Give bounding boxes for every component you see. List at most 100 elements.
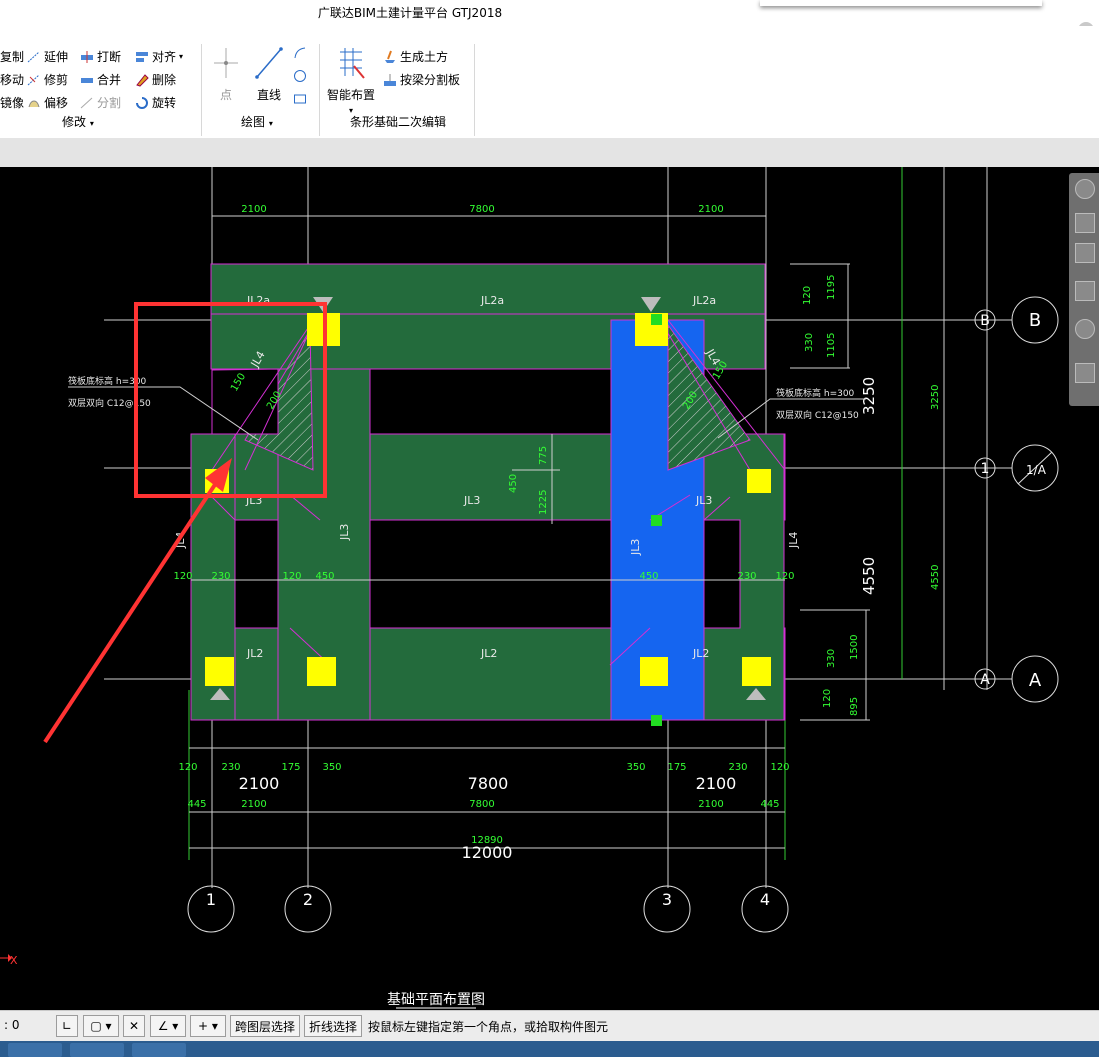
beam-label: JL2a	[692, 294, 716, 307]
dim-text: 450	[508, 474, 519, 493]
smart-layout-button[interactable]: 智能布置 ▾	[327, 46, 375, 115]
dim-text: 7800	[468, 774, 509, 793]
note-text: 双层双向 C12@150	[776, 409, 859, 421]
dim-text: 230	[737, 571, 756, 582]
dim-text: 350	[626, 762, 645, 773]
dim-text: 775	[538, 446, 549, 465]
split-by-beam-label: 按梁分割板	[400, 73, 461, 87]
3d-view-icon[interactable]	[1075, 213, 1095, 233]
beam-label: JL2	[480, 647, 497, 660]
mirror-label: 镜像	[0, 96, 25, 110]
earthwork-label: 生成土方	[400, 50, 449, 64]
delete-button[interactable]: 删除	[135, 71, 176, 88]
offset-button[interactable]: 偏移	[27, 94, 68, 111]
modify-group-text: 修改	[62, 115, 87, 129]
offset-icon	[27, 96, 41, 110]
rect-button[interactable]	[293, 92, 307, 106]
rotate-button[interactable]: 旋转	[135, 94, 176, 111]
dim-text: 175	[281, 762, 300, 773]
beam-label: JL2	[692, 647, 709, 660]
status-bar: : 0 ∟ ▢ ▾ ✕ ∠ ▾ + ▾ 跨图层选择 折线选择 按鼠标左键指定第一…	[0, 1010, 1099, 1042]
copy-button[interactable]: 复制	[0, 48, 24, 65]
chevron-down-icon: ▾	[268, 119, 273, 128]
break-icon	[80, 50, 94, 64]
polyline-select-button[interactable]: 折线选择	[304, 1015, 362, 1037]
extend-button[interactable]: 延伸	[27, 48, 68, 65]
dim-text: 445	[760, 799, 779, 810]
dim-text: 350	[322, 762, 341, 773]
trim-button[interactable]: 修剪	[27, 71, 68, 88]
align-label: 对齐	[152, 50, 177, 64]
move-button[interactable]: 移动	[0, 71, 24, 88]
drawing-canvas[interactable]: JL2a JL2a JL2a JL3 JL3 JL3 JL2 JL2 JL2 J…	[0, 167, 1099, 1010]
draw-group-label: 绘图 ▾	[241, 113, 273, 130]
dim-text: 1105	[826, 333, 837, 358]
chevron-down-icon: ▾	[179, 52, 184, 61]
dim-text: 2100	[698, 799, 723, 810]
axis-label: 3	[662, 890, 672, 909]
split-button[interactable]: 分割	[80, 94, 121, 111]
taskbar	[0, 1041, 1099, 1057]
dim-text: 230	[728, 762, 747, 773]
taskbar-app-icon[interactable]	[70, 1043, 124, 1057]
earthwork-icon	[383, 50, 397, 64]
beam-label: JL3	[338, 524, 351, 541]
ucs-icon: X	[0, 954, 18, 967]
line-button[interactable]: 直线	[254, 46, 284, 103]
coordinate-readout: : 0	[4, 1018, 20, 1032]
arc-button[interactable]	[293, 46, 307, 60]
snap-dropdown[interactable]: + ▾	[190, 1015, 226, 1037]
circle-button[interactable]	[293, 69, 307, 83]
view-cube-icon[interactable]	[1075, 243, 1095, 263]
group-divider	[201, 44, 202, 136]
dim-text: 175	[667, 762, 686, 773]
layer-select-button[interactable]: 跨图层选择	[230, 1015, 300, 1037]
beam-label: JL3	[695, 494, 712, 507]
merge-label: 合并	[97, 73, 122, 87]
angle-dropdown[interactable]: ∠ ▾	[150, 1015, 186, 1037]
drawing-svg[interactable]: JL2a JL2a JL2a JL3 JL3 JL3 JL2 JL2 JL2 J…	[0, 167, 1099, 1010]
split-label: 分割	[97, 96, 122, 110]
orbit-icon[interactable]	[1075, 179, 1095, 199]
break-button[interactable]: 打断	[80, 48, 121, 65]
dim-text: 2100	[698, 204, 723, 215]
strip-group-label: 条形基础二次编辑	[350, 115, 447, 129]
note-text: 双层双向 C12@150	[68, 397, 151, 409]
box-view-icon[interactable]	[1075, 281, 1095, 301]
mirror-button[interactable]: 镜像	[0, 94, 24, 111]
eraser-icon	[135, 73, 149, 87]
arc-icon	[293, 46, 307, 60]
line-label: 直线	[256, 88, 281, 102]
axis-label: A	[980, 672, 990, 688]
offset-label: 偏移	[44, 96, 69, 110]
taskbar-app-icon[interactable]	[8, 1043, 62, 1057]
note-text: 筏板底标高 h=300	[776, 387, 855, 399]
delete-label: 删除	[152, 73, 177, 87]
close-icon[interactable]: ✕	[123, 1015, 145, 1037]
dim-text: 120	[178, 762, 197, 773]
ribbon-secondary-bar	[0, 138, 1099, 168]
point-button[interactable]: 点	[212, 46, 240, 103]
taskbar-app-icon[interactable]	[132, 1043, 186, 1057]
rotate-view-icon[interactable]	[1075, 319, 1095, 339]
axis-label: 1	[981, 461, 990, 477]
chevron-down-icon: ▾	[89, 119, 94, 128]
axis-bubbles-bottom	[187, 885, 789, 933]
dim-text: 120	[173, 571, 192, 582]
generate-earthwork-button[interactable]: 生成土方	[383, 48, 448, 65]
rectangle-icon	[293, 92, 307, 106]
dim-text: 7800	[469, 799, 494, 810]
align-button[interactable]: 对齐 ▾	[135, 48, 183, 65]
axis-label: B	[1029, 310, 1041, 331]
dim-text: 4550	[930, 565, 941, 590]
align-icon	[135, 50, 149, 64]
dim-text: 230	[211, 571, 230, 582]
ortho-toggle-icon[interactable]: ∟	[56, 1015, 78, 1037]
bottom-big-dims: 2100 7800 2100	[239, 774, 737, 793]
split-by-beam-button[interactable]: 按梁分割板	[383, 71, 460, 88]
layer-panel-icon[interactable]	[1075, 363, 1095, 383]
merge-button[interactable]: 合并	[80, 71, 121, 88]
select-box-dropdown[interactable]: ▢ ▾	[83, 1015, 119, 1037]
point-icon	[212, 46, 240, 83]
extend-label: 延伸	[44, 50, 69, 64]
